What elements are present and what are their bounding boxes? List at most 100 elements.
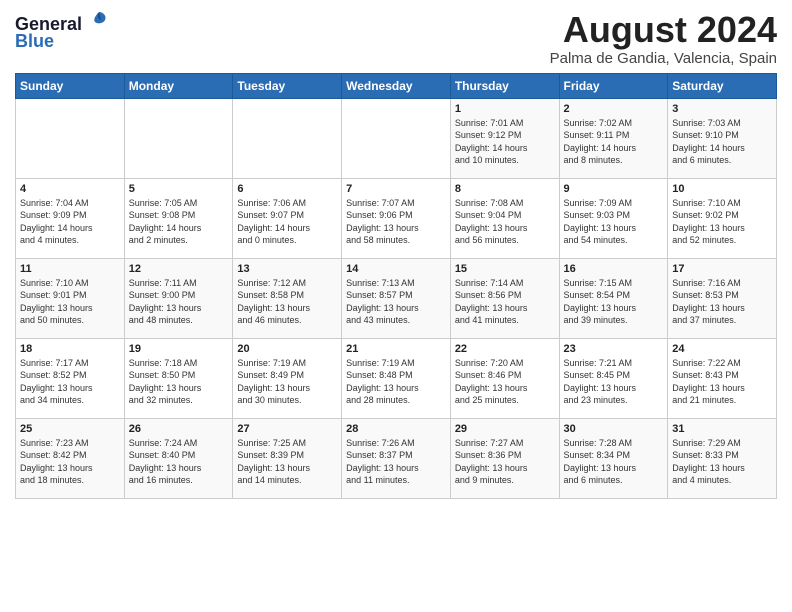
day-number: 15	[455, 263, 555, 275]
col-thursday: Thursday	[450, 73, 559, 98]
calendar-cell: 17Sunrise: 7:16 AM Sunset: 8:53 PM Dayli…	[668, 258, 777, 338]
day-info-text: Sunrise: 7:29 AM Sunset: 8:33 PM Dayligh…	[672, 437, 772, 487]
day-number: 12	[129, 263, 229, 275]
day-number: 5	[129, 183, 229, 195]
day-number: 20	[237, 343, 337, 355]
day-number: 8	[455, 183, 555, 195]
day-number: 21	[346, 343, 446, 355]
day-number: 23	[564, 343, 664, 355]
logo: General Blue	[15, 10, 109, 52]
calendar-cell: 26 Sunrise: 7:24 AM Sunset: 8:40 PM Dayli…	[124, 418, 233, 498]
calendar-cell: 7 Sunrise: 7:07 AM Sunset: 9:06 PM Daylig…	[342, 178, 451, 258]
day-number: 26	[129, 423, 229, 435]
main-container: General Blue August 2024 Palma de Gandia…	[0, 0, 792, 509]
day-number: 25	[20, 423, 120, 435]
day-info-text: Sunrise: 7:04 AM Sunset: 9:09 PM Dayligh…	[20, 197, 120, 247]
calendar-cell: 19 Sunrise: 7:18 AM Sunset: 8:50 PM Dayli…	[124, 338, 233, 418]
day-number: 27	[237, 423, 337, 435]
day-info-text: Sunrise: 7:21 AM Sunset: 8:45 PM Dayligh…	[564, 357, 664, 407]
calendar-week-row: 18 Sunrise: 7:17 AM Sunset: 8:52 PM Dayli…	[16, 338, 777, 418]
day-number: 24	[672, 343, 772, 355]
calendar-cell: 11 Sunrise: 7:10 AM Sunset: 9:01 PM Dayli…	[16, 258, 125, 338]
day-number: 30	[564, 423, 664, 435]
col-sunday: Sunday	[16, 73, 125, 98]
day-number: 19	[129, 343, 229, 355]
calendar-cell: 28Sunrise: 7:26 AM Sunset: 8:37 PM Dayli…	[342, 418, 451, 498]
calendar-cell: 1Sunrise: 7:01 AM Sunset: 9:12 PM Daylig…	[450, 98, 559, 178]
month-year-title: August 2024	[550, 10, 777, 50]
day-info-text: Sunrise: 7:19 AM Sunset: 8:49 PM Dayligh…	[237, 357, 337, 407]
day-number: 16	[564, 263, 664, 275]
calendar-cell: 25 Sunrise: 7:23 AM Sunset: 8:42 PM Dayli…	[16, 418, 125, 498]
calendar-cell: 22 Sunrise: 7:20 AM Sunset: 8:46 PM Dayli…	[450, 338, 559, 418]
calendar-cell: 24 Sunrise: 7:22 AM Sunset: 8:43 PM Dayli…	[668, 338, 777, 418]
day-number: 2	[564, 103, 664, 115]
day-number: 3	[672, 103, 772, 115]
calendar-table: Sunday Monday Tuesday Wednesday Thursday…	[15, 73, 777, 499]
calendar-cell: 14Sunrise: 7:13 AM Sunset: 8:57 PM Dayli…	[342, 258, 451, 338]
day-info-text: Sunrise: 7:22 AM Sunset: 8:43 PM Dayligh…	[672, 357, 772, 407]
day-number: 7	[346, 183, 446, 195]
calendar-cell	[233, 98, 342, 178]
calendar-week-row: 11 Sunrise: 7:10 AM Sunset: 9:01 PM Dayli…	[16, 258, 777, 338]
day-info-text: Sunrise: 7:10 AM Sunset: 9:02 PM Dayligh…	[672, 197, 772, 247]
day-info-text: Sunrise: 7:16 AM Sunset: 8:53 PM Dayligh…	[672, 277, 772, 327]
day-info-text: Sunrise: 7:11 AM Sunset: 9:00 PM Dayligh…	[129, 277, 229, 327]
calendar-cell: 27Sunrise: 7:25 AM Sunset: 8:39 PM Dayli…	[233, 418, 342, 498]
calendar-header-row: Sunday Monday Tuesday Wednesday Thursday…	[16, 73, 777, 98]
day-number: 1	[455, 103, 555, 115]
day-info-text: Sunrise: 7:19 AM Sunset: 8:48 PM Dayligh…	[346, 357, 446, 407]
calendar-cell: 12 Sunrise: 7:11 AM Sunset: 9:00 PM Dayli…	[124, 258, 233, 338]
day-info-text: Sunrise: 7:10 AM Sunset: 9:01 PM Dayligh…	[20, 277, 120, 327]
calendar-cell	[16, 98, 125, 178]
location-subtitle: Palma de Gandia, Valencia, Spain	[550, 50, 777, 67]
calendar-cell: 21 Sunrise: 7:19 AM Sunset: 8:48 PM Dayli…	[342, 338, 451, 418]
day-number: 13	[237, 263, 337, 275]
day-info-text: Sunrise: 7:08 AM Sunset: 9:04 PM Dayligh…	[455, 197, 555, 247]
header: General Blue August 2024 Palma de Gandia…	[15, 10, 777, 67]
day-number: 10	[672, 183, 772, 195]
calendar-cell: 29Sunrise: 7:27 AM Sunset: 8:36 PM Dayli…	[450, 418, 559, 498]
day-info-text: Sunrise: 7:09 AM Sunset: 9:03 PM Dayligh…	[564, 197, 664, 247]
day-info-text: Sunrise: 7:03 AM Sunset: 9:10 PM Dayligh…	[672, 117, 772, 167]
day-number: 6	[237, 183, 337, 195]
calendar-cell: 20 Sunrise: 7:19 AM Sunset: 8:49 PM Dayli…	[233, 338, 342, 418]
col-tuesday: Tuesday	[233, 73, 342, 98]
calendar-cell: 18 Sunrise: 7:17 AM Sunset: 8:52 PM Dayli…	[16, 338, 125, 418]
day-info-text: Sunrise: 7:28 AM Sunset: 8:34 PM Dayligh…	[564, 437, 664, 487]
day-info-text: Sunrise: 7:17 AM Sunset: 8:52 PM Dayligh…	[20, 357, 120, 407]
calendar-cell	[342, 98, 451, 178]
title-area: August 2024 Palma de Gandia, Valencia, S…	[550, 10, 777, 67]
day-info-text: Sunrise: 7:18 AM Sunset: 8:50 PM Dayligh…	[129, 357, 229, 407]
day-number: 11	[20, 263, 120, 275]
day-info-text: Sunrise: 7:27 AM Sunset: 8:36 PM Dayligh…	[455, 437, 555, 487]
col-saturday: Saturday	[668, 73, 777, 98]
day-info-text: Sunrise: 7:07 AM Sunset: 9:06 PM Dayligh…	[346, 197, 446, 247]
calendar-week-row: 1Sunrise: 7:01 AM Sunset: 9:12 PM Daylig…	[16, 98, 777, 178]
calendar-cell: 30 Sunrise: 7:28 AM Sunset: 8:34 PM Dayli…	[559, 418, 668, 498]
logo-bird-icon	[89, 10, 109, 30]
day-info-text: Sunrise: 7:20 AM Sunset: 8:46 PM Dayligh…	[455, 357, 555, 407]
calendar-cell: 31 Sunrise: 7:29 AM Sunset: 8:33 PM Dayli…	[668, 418, 777, 498]
day-info-text: Sunrise: 7:26 AM Sunset: 8:37 PM Dayligh…	[346, 437, 446, 487]
calendar-cell: 10 Sunrise: 7:10 AM Sunset: 9:02 PM Dayli…	[668, 178, 777, 258]
day-info-text: Sunrise: 7:05 AM Sunset: 9:08 PM Dayligh…	[129, 197, 229, 247]
calendar-cell: 3 Sunrise: 7:03 AM Sunset: 9:10 PM Daylig…	[668, 98, 777, 178]
calendar-cell: 13Sunrise: 7:12 AM Sunset: 8:58 PM Dayli…	[233, 258, 342, 338]
day-info-text: Sunrise: 7:24 AM Sunset: 8:40 PM Dayligh…	[129, 437, 229, 487]
day-info-text: Sunrise: 7:14 AM Sunset: 8:56 PM Dayligh…	[455, 277, 555, 327]
day-info-text: Sunrise: 7:06 AM Sunset: 9:07 PM Dayligh…	[237, 197, 337, 247]
calendar-cell: 8 Sunrise: 7:08 AM Sunset: 9:04 PM Daylig…	[450, 178, 559, 258]
day-number: 31	[672, 423, 772, 435]
day-number: 9	[564, 183, 664, 195]
day-number: 22	[455, 343, 555, 355]
day-number: 18	[20, 343, 120, 355]
calendar-week-row: 4Sunrise: 7:04 AM Sunset: 9:09 PM Daylig…	[16, 178, 777, 258]
calendar-cell: 15 Sunrise: 7:14 AM Sunset: 8:56 PM Dayli…	[450, 258, 559, 338]
calendar-week-row: 25 Sunrise: 7:23 AM Sunset: 8:42 PM Dayli…	[16, 418, 777, 498]
day-info-text: Sunrise: 7:23 AM Sunset: 8:42 PM Dayligh…	[20, 437, 120, 487]
calendar-cell: 23 Sunrise: 7:21 AM Sunset: 8:45 PM Dayli…	[559, 338, 668, 418]
day-info-text: Sunrise: 7:15 AM Sunset: 8:54 PM Dayligh…	[564, 277, 664, 327]
col-monday: Monday	[124, 73, 233, 98]
calendar-cell: 16 Sunrise: 7:15 AM Sunset: 8:54 PM Dayli…	[559, 258, 668, 338]
